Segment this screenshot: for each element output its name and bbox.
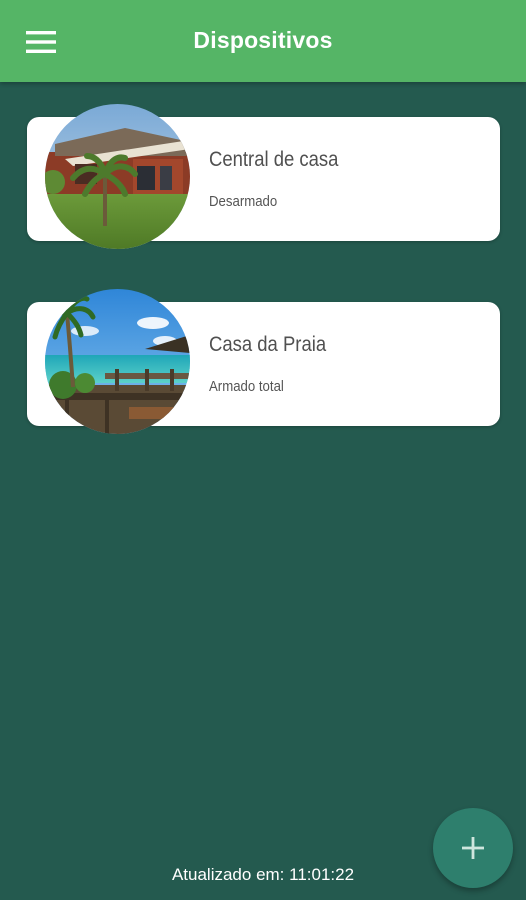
plus-icon	[462, 837, 484, 859]
device-status: Armado total	[209, 378, 284, 395]
device-name: Casa da Praia	[209, 333, 327, 356]
device-status: Desarmado	[209, 193, 278, 210]
page-title: Dispositivos	[193, 27, 333, 53]
device-card[interactable]: Casa da Praia Armado total	[27, 289, 500, 434]
beach-photo	[45, 289, 190, 434]
add-device-button[interactable]	[433, 808, 513, 888]
house-photo	[45, 104, 190, 249]
device-card[interactable]: Central de casa Desarmado	[27, 104, 500, 249]
app-bar: Dispositivos	[0, 0, 526, 82]
device-name: Central de casa	[209, 148, 339, 171]
